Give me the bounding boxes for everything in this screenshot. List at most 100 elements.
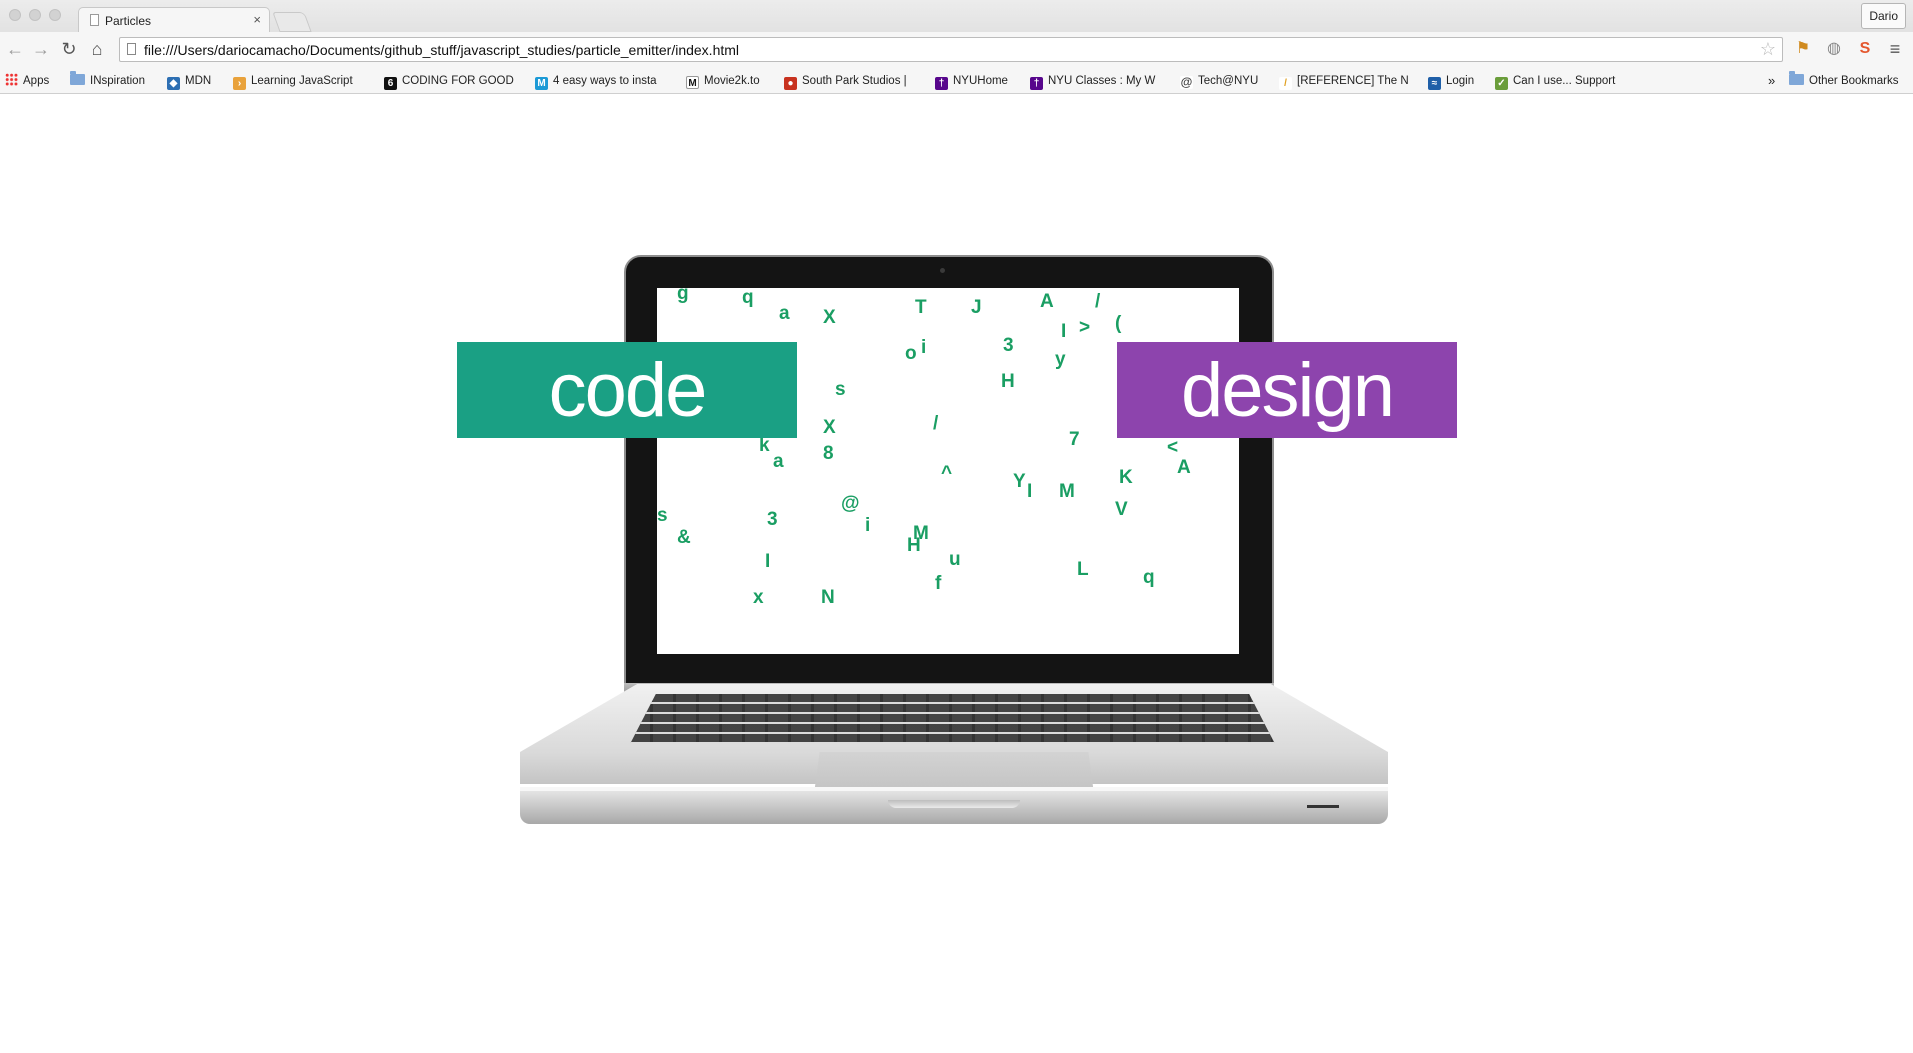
close-window-button[interactable] [9,9,21,21]
particle-glyph: A [1177,457,1191,478]
bookmarks-bar: Apps INspiration ◆ MDN › Learning JavaScri… [0,68,1913,94]
extension-pin-icon[interactable]: ⚑ [1793,39,1813,59]
address-bar[interactable]: file:///Users/dariocamacho/Documents/git… [119,37,1783,62]
page-icon [90,14,99,26]
bookmark-nyuhome[interactable]: † NYUHome [935,72,1008,90]
webcam-dot [940,268,945,273]
new-tab-button[interactable] [272,12,312,32]
folder-icon [1789,71,1804,85]
particle-glyph: x [753,587,764,608]
extension-shield-icon[interactable]: ◍ [1824,39,1844,59]
particle-glyph: I [1027,481,1033,502]
home-icon[interactable]: ⌂ [86,38,108,60]
arrow-icon: › [233,77,246,90]
minimize-window-button[interactable] [29,9,41,21]
toolbar: ← → ↻ ⌂ file:///Users/dariocamacho/Docum… [0,32,1913,68]
particle-glyph: ( [1115,313,1122,334]
caniuse-icon: ✓ [1495,77,1508,90]
particle-glyph: & [677,527,691,548]
bookmark-can-i-use[interactable]: ✓ Can I use... Support [1495,72,1625,90]
nyu-torch-icon: † [935,77,948,90]
particle-glyph: T [915,297,927,318]
bookmark-learning-javascript[interactable]: › Learning JavaScript [233,72,363,90]
extension-s-icon[interactable]: S [1855,39,1875,59]
particle-glyph: M [1059,481,1075,502]
particle-glyph: a [773,451,784,472]
page-content: gqaXTJA/I>(oi3y/sHy^X/7xka8^YK<AIM@Vs3iM… [0,94,1913,1053]
tab-close-icon[interactable]: × [253,12,261,27]
particle-glyph: / [1095,291,1101,312]
particle-glyph: q [742,288,754,308]
particle-glyph: X [823,417,836,438]
particle-glyph: N [821,587,835,608]
reference-icon: / [1279,77,1292,90]
url-text[interactable]: file:///Users/dariocamacho/Documents/git… [144,42,739,58]
particle-glyph: 8 [823,443,834,464]
apps-icon [5,73,18,86]
particle-glyph: k [759,435,770,456]
particle-glyph: I [765,551,771,572]
code-button[interactable]: code [457,342,797,438]
particle-glyph: y [1055,349,1066,370]
particle-glyph: > [1079,317,1091,338]
zoom-window-button[interactable] [49,9,61,21]
particle-glyph: X [823,307,836,328]
design-button[interactable]: design [1117,342,1457,438]
bookmark-movie2k[interactable]: M Movie2k.to [686,72,760,90]
particle-glyph: < [1167,437,1179,458]
particle-glyph: H [1001,371,1015,392]
particle-glyph: K [1119,467,1133,488]
bookmark-star-icon[interactable]: ☆ [1760,39,1776,60]
particle-glyph: u [949,549,961,570]
particle-glyph: 3 [1003,335,1014,356]
particle-glyph: / [933,413,939,434]
south-park-icon: ● [784,77,797,90]
profile-button[interactable]: Dario [1861,3,1906,29]
particle-glyph: @ [841,493,860,514]
menu-icon[interactable]: ≡ [1885,39,1905,59]
bookmarks-overflow-icon[interactable]: » [1768,72,1775,90]
movie-icon: M [686,76,699,89]
tab-title: Particles [105,14,152,28]
tab-particles[interactable]: Particles × [78,7,270,33]
bookmark-nyu-classes[interactable]: † NYU Classes : My W [1030,72,1166,90]
bookmark-mdn[interactable]: ◆ MDN [167,72,211,90]
reload-icon[interactable]: ↻ [58,38,80,60]
bookmark-login[interactable]: ≈ Login [1428,72,1474,90]
particle-glyph: V [1115,499,1128,520]
login-icon: ≈ [1428,77,1441,90]
particle-glyph: ^ [941,463,953,484]
particle-glyph: s [657,505,668,526]
forward-icon[interactable]: → [30,38,52,60]
browser-chrome: Particles × Dario ← → ↻ ⌂ file:///Users/… [0,0,1913,94]
bookmark-apps[interactable]: Apps [5,72,49,90]
particle-glyph: Y [1013,471,1026,492]
m-icon: M [535,77,548,90]
particle-glyph: a [779,303,790,324]
particle-glyph: f [935,573,942,594]
coding-icon: 6 [384,77,397,90]
bookmark-south-park[interactable]: ● South Park Studios | [784,72,919,90]
bookmark-other-bookmarks[interactable]: Other Bookmarks [1789,71,1898,90]
particle-glyph: H [907,535,921,556]
keyboard-row-gaps [630,694,1275,744]
bookmark-reference[interactable]: / [REFERENCE] The N [1279,72,1412,90]
bookmark-4-easy-ways[interactable]: M4 easy ways to insta [535,72,670,90]
particle-glyph: L [1077,559,1089,580]
back-icon[interactable]: ← [4,38,26,60]
particle-glyph: 7 [1069,429,1080,450]
bookmark-coding-for-good[interactable]: 6 CODING FOR GOOD [384,72,514,90]
particle-glyph: J [971,297,982,318]
bookmark-inspiration[interactable]: INspiration [70,71,145,90]
particle-glyph: 3 [767,509,778,530]
tab-strip: Particles × Dario [0,0,1913,33]
particle-glyph: s [835,379,846,400]
laptop-port [1307,805,1339,808]
particle-glyph: I [1061,321,1067,342]
page-icon [127,43,136,55]
particle-glyph: o [905,343,917,364]
particle-glyph: q [1143,567,1155,588]
mdn-icon: ◆ [167,77,180,90]
bookmark-tech-nyu[interactable]: @ Tech@NYU [1180,72,1258,90]
at-icon: @ [1180,75,1193,89]
